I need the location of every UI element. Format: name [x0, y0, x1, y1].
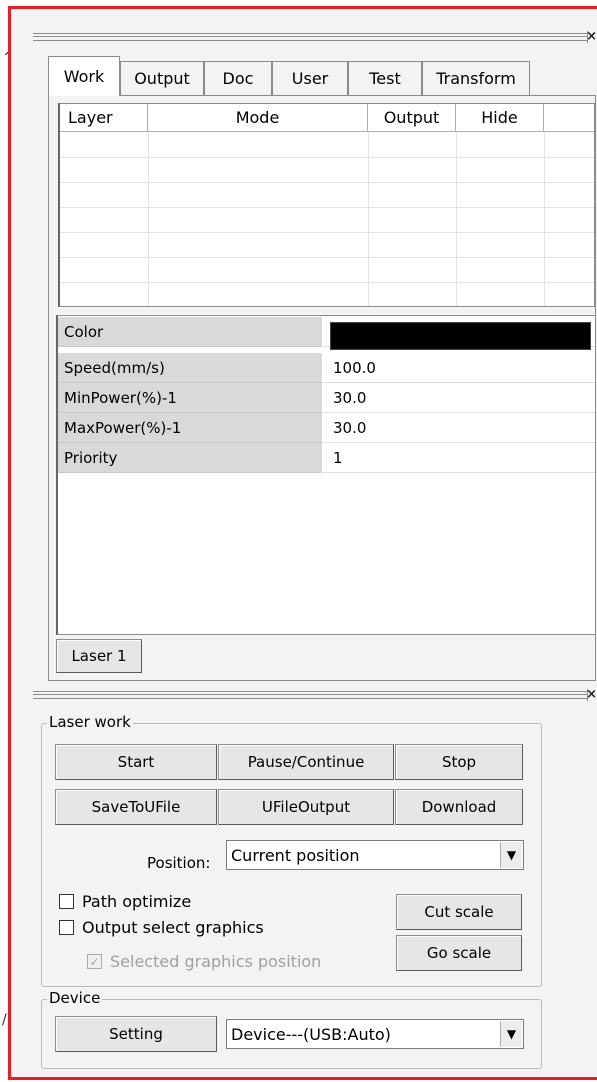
left-edge-fragment-bottom: /	[2, 1012, 7, 1028]
grid-line	[148, 132, 149, 306]
column-header-mode[interactable]: Mode	[148, 104, 368, 132]
property-name-color: Color	[58, 317, 322, 347]
property-value-min-power[interactable]: 30.0	[323, 383, 595, 413]
grid-line	[544, 132, 545, 306]
column-header-empty	[544, 104, 594, 132]
color-swatch[interactable]	[330, 322, 591, 350]
grid-line	[60, 282, 594, 283]
property-value-priority[interactable]: 1	[323, 443, 595, 473]
download-button[interactable]: Download	[395, 789, 523, 825]
grid-line	[456, 132, 457, 306]
laser-1-button[interactable]: Laser 1	[56, 639, 142, 673]
panel-grip-top[interactable]	[33, 31, 588, 43]
device-select-value: Device---(USB:Auto)	[231, 1024, 391, 1044]
save-to-ufile-button[interactable]: SaveToUFile	[55, 789, 217, 825]
cut-scale-button[interactable]: Cut scale	[396, 894, 522, 930]
layer-properties-grid[interactable]: Color Speed(mm/s) 100.0 MinPower(%)-1 30…	[56, 315, 596, 635]
column-header-layer[interactable]: Layer	[60, 104, 148, 132]
position-select[interactable]: Current position ▼	[226, 840, 524, 870]
property-name-speed: Speed(mm/s)	[58, 353, 322, 383]
output-select-graphics-option[interactable]: Output select graphics	[59, 918, 264, 937]
start-button[interactable]: Start	[55, 744, 217, 780]
ufile-output-button[interactable]: UFileOutput	[218, 789, 394, 825]
grid-line	[368, 132, 369, 306]
position-select-value: Current position	[231, 845, 360, 865]
selected-graphics-position-option: ✓ Selected graphics position	[87, 952, 321, 971]
column-header-hide[interactable]: Hide	[456, 104, 544, 132]
tab-output[interactable]: Output	[120, 61, 204, 95]
output-select-graphics-checkbox[interactable]	[59, 920, 74, 935]
position-label: Position:	[147, 854, 211, 872]
path-optimize-option[interactable]: Path optimize	[59, 892, 191, 911]
setting-button[interactable]: Setting	[55, 1016, 217, 1052]
laser-panel-window: × Work Output Doc User Test Transform La…	[8, 6, 597, 1080]
check-icon: ✓	[87, 954, 102, 969]
tab-transform[interactable]: Transform	[422, 61, 530, 95]
grid-line	[60, 182, 594, 183]
property-name-max-power: MaxPower(%)-1	[58, 413, 322, 443]
tab-doc[interactable]: Doc	[204, 61, 272, 95]
tab-user[interactable]: User	[272, 61, 348, 95]
path-optimize-checkbox[interactable]	[59, 894, 74, 909]
tab-work[interactable]: Work	[48, 56, 120, 96]
property-name-min-power: MinPower(%)-1	[58, 383, 322, 413]
grid-line	[60, 257, 594, 258]
close-icon[interactable]: ×	[586, 687, 597, 702]
chevron-down-icon[interactable]: ▼	[500, 842, 522, 868]
property-name-priority: Priority	[58, 443, 322, 473]
output-select-graphics-label: Output select graphics	[82, 918, 264, 937]
device-select[interactable]: Device---(USB:Auto) ▼	[226, 1019, 524, 1049]
go-scale-button[interactable]: Go scale	[396, 935, 522, 971]
tab-test[interactable]: Test	[348, 61, 422, 95]
grid-line	[60, 232, 594, 233]
property-value-max-power[interactable]: 30.0	[323, 413, 595, 443]
chevron-down-icon[interactable]: ▼	[500, 1021, 522, 1047]
column-header-output[interactable]: Output	[368, 104, 456, 132]
grid-line	[60, 157, 594, 158]
close-icon[interactable]: ×	[586, 29, 597, 44]
device-group-label: Device	[47, 989, 103, 1007]
grid-line	[60, 207, 594, 208]
pause-continue-button[interactable]: Pause/Continue	[218, 744, 394, 780]
laser-work-group-label: Laser work	[47, 713, 133, 731]
panel-grip-middle[interactable]	[33, 689, 588, 701]
stop-button[interactable]: Stop	[395, 744, 523, 780]
selected-graphics-position-label: Selected graphics position	[110, 952, 322, 971]
path-optimize-label: Path optimize	[82, 892, 192, 911]
layer-table[interactable]: Layer Mode Output Hide	[58, 103, 595, 307]
property-value-speed[interactable]: 100.0	[323, 353, 595, 383]
